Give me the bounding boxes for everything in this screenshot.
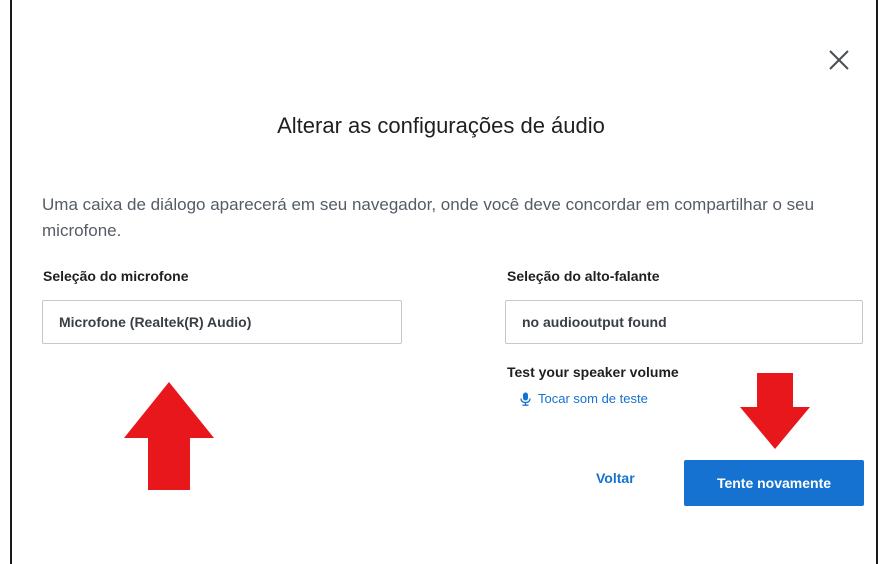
dialog-description: Uma caixa de diálogo aparecerá em seu na…	[42, 195, 815, 240]
window-border-right	[876, 0, 878, 564]
dialog-title: Alterar as configurações de áudio	[277, 113, 605, 138]
annotation-arrow-up-icon	[124, 382, 214, 490]
speaker-select-label: Seleção do alto-falante	[507, 268, 660, 284]
annotation-arrow-down-icon	[740, 373, 810, 449]
microphone-select-label: Seleção do microfone	[43, 268, 189, 284]
window-border-left	[10, 0, 12, 564]
speaker-test-label: Test your speaker volume	[507, 364, 679, 380]
back-button[interactable]: Voltar	[596, 470, 635, 486]
microphone-select[interactable]: Microfone (Realtek(R) Audio)	[42, 300, 402, 344]
play-test-sound-link[interactable]: Tocar som de teste	[520, 391, 648, 406]
play-test-sound-label: Tocar som de teste	[538, 391, 648, 406]
close-icon[interactable]	[826, 47, 852, 73]
audio-settings-dialog: Alterar as configurações de áudio Uma ca…	[0, 0, 882, 564]
retry-button[interactable]: Tente novamente	[684, 460, 864, 506]
microphone-icon	[520, 392, 531, 406]
speaker-select[interactable]: no audiooutput found	[505, 300, 863, 344]
